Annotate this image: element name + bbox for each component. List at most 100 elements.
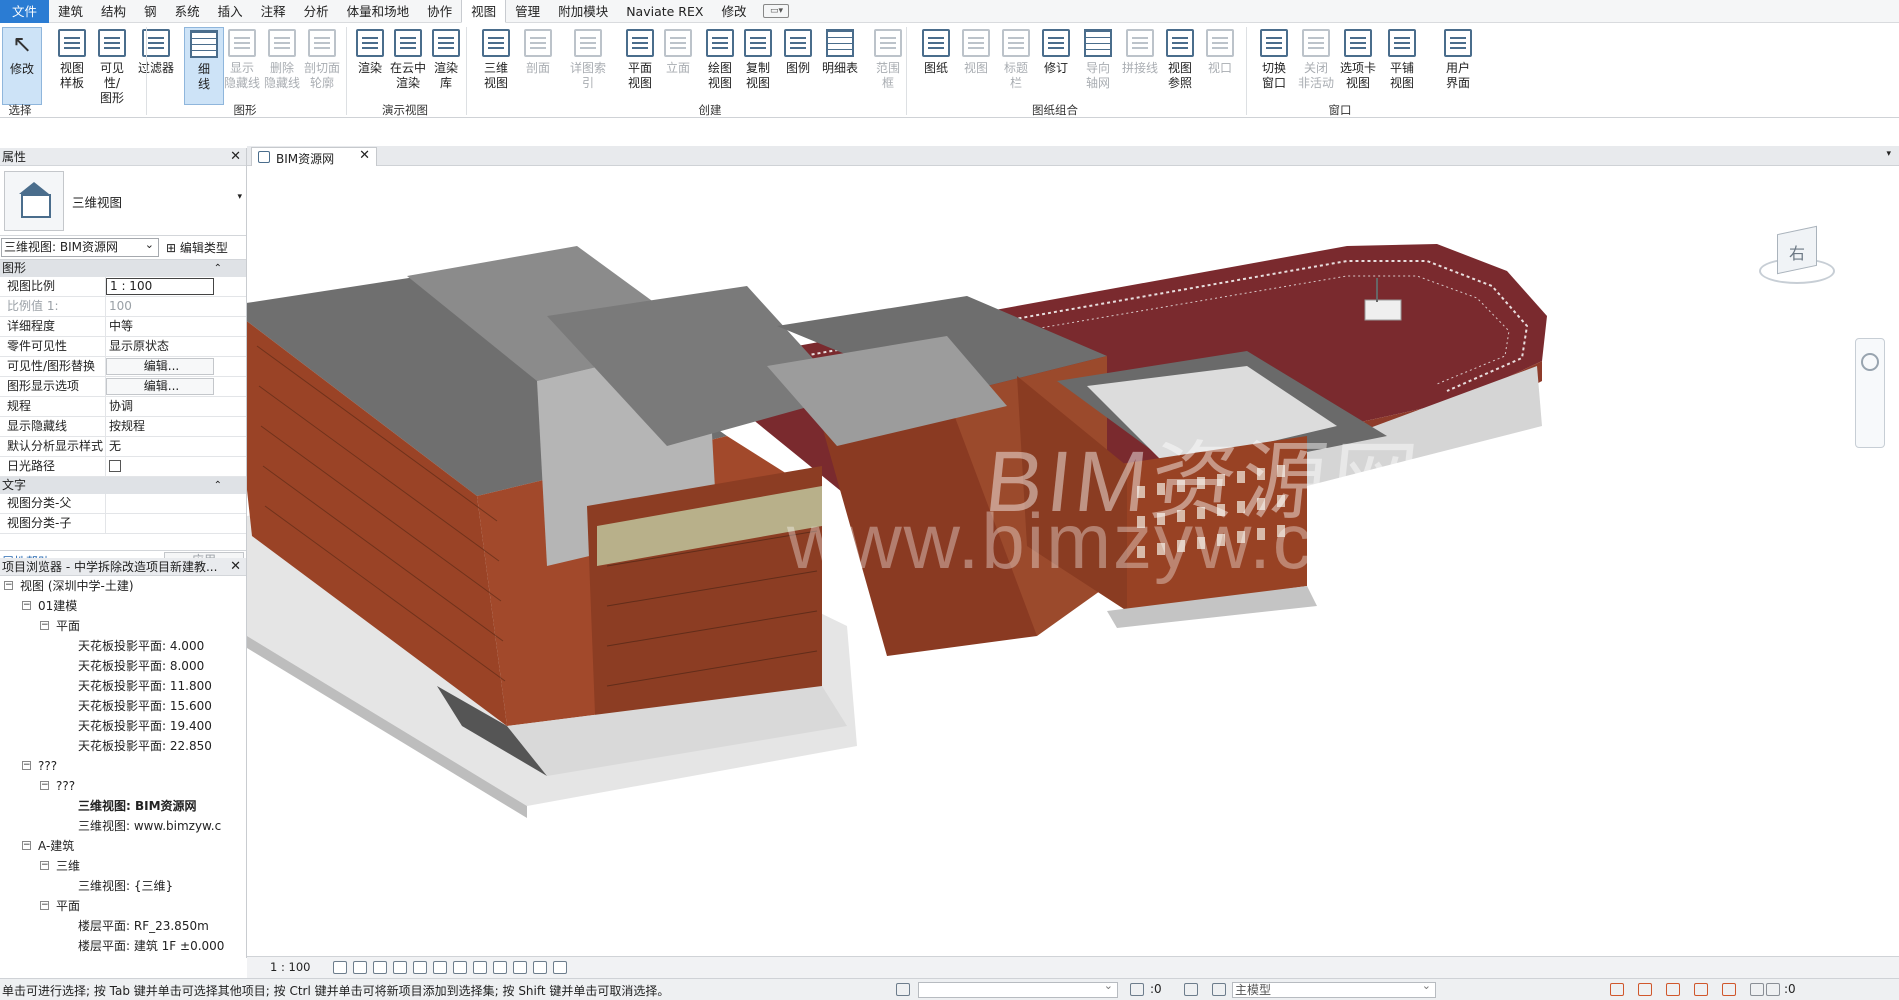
- tree-item[interactable]: 天花板投影平面: 19.400: [0, 716, 246, 736]
- visual-style-icon[interactable]: [353, 961, 367, 974]
- ribbon-button[interactable]: 图纸: [916, 27, 956, 105]
- editing-requests-icon[interactable]: [1130, 983, 1144, 996]
- design-option-dropdown[interactable]: 主模型: [1232, 979, 1436, 998]
- ribbon-button[interactable]: 视图 参照: [1160, 27, 1200, 105]
- collapse-toggle-icon[interactable]: −: [22, 761, 31, 770]
- tree-item[interactable]: 天花板投影平面: 4.000: [0, 636, 246, 656]
- ribbon-button[interactable]: 平面 视图: [620, 27, 660, 105]
- render-dialog-icon[interactable]: [413, 961, 427, 974]
- property-section-header[interactable]: 文字 ⌃: [0, 477, 246, 494]
- property-value[interactable]: 中等: [106, 317, 214, 336]
- workset-dropdown[interactable]: [918, 979, 1118, 998]
- tree-item[interactable]: −???: [0, 776, 246, 796]
- lock-view-icon[interactable]: [473, 961, 487, 974]
- temporary-view-icon[interactable]: [533, 961, 547, 974]
- ribbon-button[interactable]: 渲染: [350, 27, 390, 105]
- type-selector[interactable]: 三维视图 ▾: [0, 166, 246, 236]
- edit-type-button[interactable]: ⊞ 编辑类型: [166, 239, 228, 256]
- tree-item[interactable]: 三维视图: www.bimzyw.c: [0, 816, 246, 836]
- property-value[interactable]: 1 : 100: [106, 278, 214, 295]
- menu-tab[interactable]: 建筑: [49, 0, 92, 23]
- checkbox[interactable]: [109, 460, 121, 472]
- close-icon[interactable]: ✕: [230, 558, 241, 576]
- property-value[interactable]: [106, 514, 214, 533]
- select-by-face-icon[interactable]: [1694, 983, 1708, 996]
- show-crop-region-icon[interactable]: [453, 961, 467, 974]
- ribbon-button[interactable]: 明细表: [820, 27, 860, 105]
- tree-item[interactable]: 天花板投影平面: 11.800: [0, 676, 246, 696]
- crop-view-icon[interactable]: [433, 961, 447, 974]
- collapse-toggle-icon[interactable]: −: [22, 841, 31, 850]
- ribbon-button[interactable]: 在云中 渲染: [388, 27, 428, 105]
- menu-tab[interactable]: 分析: [295, 0, 338, 23]
- ribbon-button[interactable]: 细 线: [184, 27, 224, 105]
- background-process-icon[interactable]: [1750, 983, 1764, 996]
- menu-tab[interactable]: 注释: [252, 0, 295, 23]
- menu-tab[interactable]: 协作: [418, 0, 461, 23]
- select-pinned-icon[interactable]: [1666, 983, 1680, 996]
- chevron-down-icon[interactable]: ▾: [237, 192, 242, 202]
- ribbon-button[interactable]: 切换 窗口: [1254, 27, 1294, 105]
- menu-tab[interactable]: 文件: [0, 0, 50, 23]
- collapse-icon[interactable]: ⌃: [214, 477, 222, 494]
- property-value[interactable]: 按规程: [106, 417, 214, 436]
- ribbon-button[interactable]: 可见性/ 图形: [92, 27, 132, 105]
- ribbon-display-toggle-icon[interactable]: ▭▾: [763, 4, 790, 18]
- sun-path-icon[interactable]: [373, 961, 387, 974]
- ribbon-button[interactable]: 图例: [778, 27, 818, 105]
- detail-level-icon[interactable]: [333, 961, 347, 974]
- tree-item[interactable]: 楼层平面: 建筑 1F ±0.000: [0, 936, 246, 956]
- tree-item[interactable]: 三维视图: {三维}: [0, 876, 246, 896]
- menu-tab[interactable]: 系统: [166, 0, 209, 23]
- collapse-toggle-icon[interactable]: −: [4, 581, 13, 590]
- reveal-hidden-icon[interactable]: [513, 961, 527, 974]
- tree-item[interactable]: 天花板投影平面: 15.600: [0, 696, 246, 716]
- menu-tab[interactable]: 结构: [92, 0, 135, 23]
- menu-tab[interactable]: 附加模块: [549, 0, 617, 23]
- tab-menu-icon[interactable]: ▾: [1886, 149, 1891, 159]
- worksets-icon[interactable]: [896, 983, 910, 996]
- analytical-model-icon[interactable]: [553, 961, 567, 974]
- tree-item[interactable]: −???: [0, 756, 246, 776]
- tree-item[interactable]: − 三维: [0, 856, 246, 876]
- menu-tab[interactable]: 视图: [461, 0, 507, 23]
- property-value[interactable]: [106, 494, 214, 513]
- property-checkbox[interactable]: [106, 457, 214, 476]
- menu-tab[interactable]: 管理: [506, 0, 549, 23]
- ribbon-button[interactable]: 过滤器: [136, 27, 176, 105]
- menu-tab[interactable]: 修改: [712, 0, 755, 23]
- design-options-icon[interactable]: [1184, 983, 1198, 996]
- property-value[interactable]: 无: [106, 437, 214, 456]
- ribbon-button[interactable]: 选项卡 视图: [1338, 27, 1378, 105]
- tree-item[interactable]: 天花板投影平面: 8.000: [0, 656, 246, 676]
- ribbon-button[interactable]: 平铺 视图: [1382, 27, 1422, 105]
- collapse-toggle-icon[interactable]: −: [40, 781, 49, 790]
- ribbon-button[interactable]: 视图 样板: [52, 27, 92, 105]
- ribbon-button[interactable]: 用户 界面: [1438, 27, 1478, 105]
- filter-icon[interactable]: [1766, 983, 1780, 996]
- ribbon-button[interactable]: 修订: [1036, 27, 1076, 105]
- property-section-header[interactable]: 图形 ⌃: [0, 260, 246, 277]
- shadows-icon[interactable]: [393, 961, 407, 974]
- edit-button[interactable]: 编辑...: [106, 358, 214, 375]
- menu-tab[interactable]: 插入: [209, 0, 252, 23]
- menu-tab[interactable]: 钢: [135, 0, 166, 23]
- collapse-icon[interactable]: ⌃: [214, 260, 222, 277]
- ribbon-button[interactable]: 复制 视图: [738, 27, 778, 105]
- tree-item[interactable]: 三维视图: BIM资源网: [0, 796, 246, 816]
- select-underlay-icon[interactable]: [1638, 983, 1652, 996]
- property-value[interactable]: 显示原状态: [106, 337, 214, 356]
- menu-tab[interactable]: 体量和场地: [338, 0, 419, 23]
- hide-isolate-icon[interactable]: [493, 961, 507, 974]
- view-instance-select[interactable]: 三维视图: BIM资源网: [1, 236, 159, 257]
- tree-item[interactable]: 楼层平面: RF_23.850m: [0, 916, 246, 936]
- tab-3d-view[interactable]: BIM资源网 ✕: [251, 147, 377, 166]
- drawing-canvas[interactable]: BIM资源网 www.bimzyw.com 右: [247, 166, 1899, 956]
- navigation-bar[interactable]: [1855, 338, 1885, 448]
- ribbon-button[interactable]: ↖ 修改: [2, 27, 42, 105]
- collapse-toggle-icon[interactable]: −: [40, 861, 49, 870]
- drag-elements-icon[interactable]: [1722, 983, 1736, 996]
- tree-item[interactable]: −01建模: [0, 596, 246, 616]
- ribbon-button[interactable]: 三维 视图: [476, 27, 516, 105]
- view-scale[interactable]: 1 : 100: [270, 960, 310, 974]
